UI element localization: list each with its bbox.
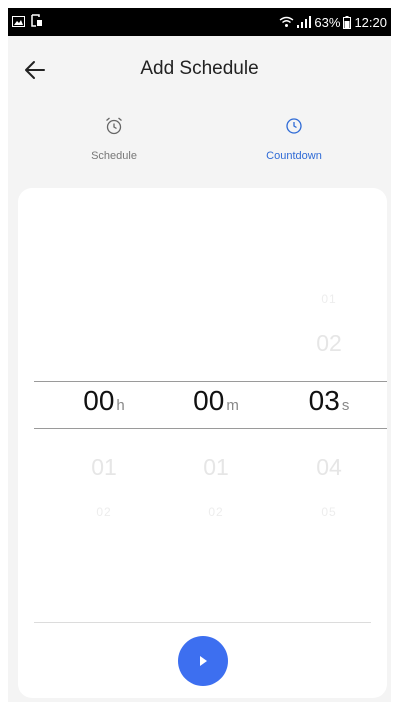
app-screen: 63% 12:20 Add Schedule Schedule Countdow… bbox=[8, 8, 391, 702]
seconds-unit: s bbox=[341, 397, 350, 414]
minutes-picker[interactable]: 00 m 01 02 bbox=[186, 188, 266, 618]
seconds-selected[interactable]: 03 s bbox=[299, 385, 359, 417]
battery-icon bbox=[343, 15, 352, 29]
status-right: 63% 12:20 bbox=[279, 15, 387, 30]
play-icon bbox=[200, 656, 207, 666]
hours-value: 00 bbox=[83, 385, 115, 416]
tab-schedule[interactable]: Schedule bbox=[54, 116, 174, 162]
minutes-option[interactable]: 01 bbox=[186, 454, 246, 481]
screenshot-icon bbox=[31, 14, 43, 30]
seconds-option[interactable]: 05 bbox=[299, 505, 359, 519]
hours-selected[interactable]: 00 h bbox=[74, 385, 134, 417]
minutes-value: 00 bbox=[193, 385, 225, 416]
signal-icon bbox=[297, 16, 312, 28]
page-title: Add Schedule bbox=[140, 58, 259, 79]
header: Add Schedule bbox=[8, 36, 391, 106]
hours-option[interactable]: 01 bbox=[74, 454, 134, 481]
minutes-unit: m bbox=[226, 397, 239, 414]
hours-option[interactable]: 02 bbox=[74, 505, 134, 519]
hours-unit: h bbox=[116, 397, 125, 414]
minutes-selected[interactable]: 00 m bbox=[186, 385, 246, 417]
tab-countdown[interactable]: Countdown bbox=[234, 116, 354, 162]
minutes-option[interactable]: 02 bbox=[186, 505, 246, 519]
wifi-icon bbox=[279, 16, 294, 28]
hours-picker[interactable]: 00 h 01 02 bbox=[74, 188, 154, 618]
status-bar: 63% 12:20 bbox=[8, 8, 391, 36]
countdown-card: 00 h 01 02 00 m 01 02 01 02 03 s 04 05 bbox=[18, 188, 387, 698]
clock-icon bbox=[286, 118, 302, 134]
tab-countdown-label: Countdown bbox=[266, 150, 322, 162]
seconds-option[interactable]: 01 bbox=[299, 292, 359, 306]
battery-percent: 63% bbox=[314, 14, 341, 30]
footer-divider bbox=[34, 622, 371, 623]
status-left-icons bbox=[12, 14, 43, 30]
status-time: 12:20 bbox=[354, 14, 387, 30]
seconds-value: 03 bbox=[308, 385, 340, 416]
seconds-option[interactable]: 04 bbox=[299, 454, 359, 481]
alarm-clock-icon bbox=[106, 117, 122, 135]
tab-schedule-label: Schedule bbox=[91, 150, 137, 162]
start-countdown-button[interactable] bbox=[178, 636, 228, 686]
seconds-picker[interactable]: 01 02 03 s 04 05 bbox=[299, 188, 379, 618]
seconds-option[interactable]: 02 bbox=[299, 330, 359, 357]
image-icon bbox=[12, 15, 25, 30]
